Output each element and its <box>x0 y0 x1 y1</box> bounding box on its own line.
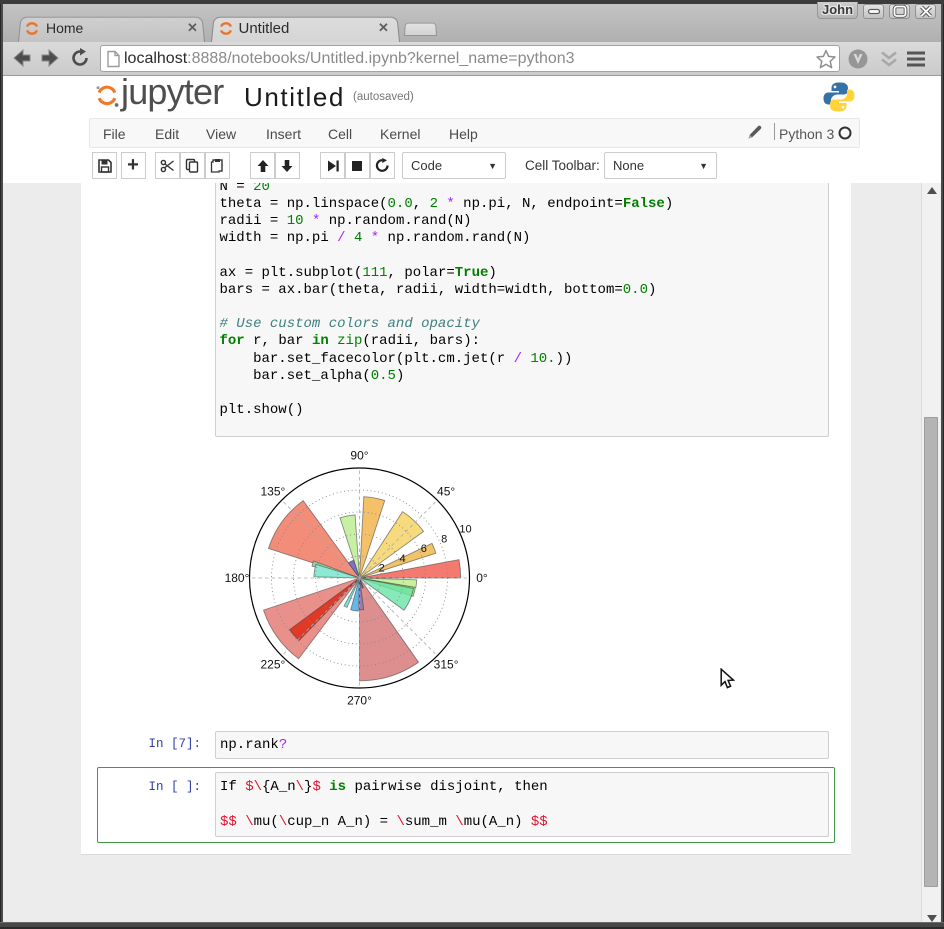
svg-text:135°: 135° <box>260 484 285 498</box>
svg-text:8: 8 <box>441 534 447 546</box>
svg-text:180°: 180° <box>225 571 250 585</box>
svg-text:225°: 225° <box>260 658 285 672</box>
svg-text:4: 4 <box>399 553 405 565</box>
svg-text:2: 2 <box>379 563 385 575</box>
svg-text:0°: 0° <box>476 571 488 585</box>
svg-text:315°: 315° <box>434 658 459 672</box>
svg-text:45°: 45° <box>437 484 455 498</box>
svg-text:6: 6 <box>421 543 427 555</box>
svg-text:270°: 270° <box>347 694 372 708</box>
svg-text:90°: 90° <box>350 449 368 463</box>
svg-text:10: 10 <box>459 524 471 536</box>
